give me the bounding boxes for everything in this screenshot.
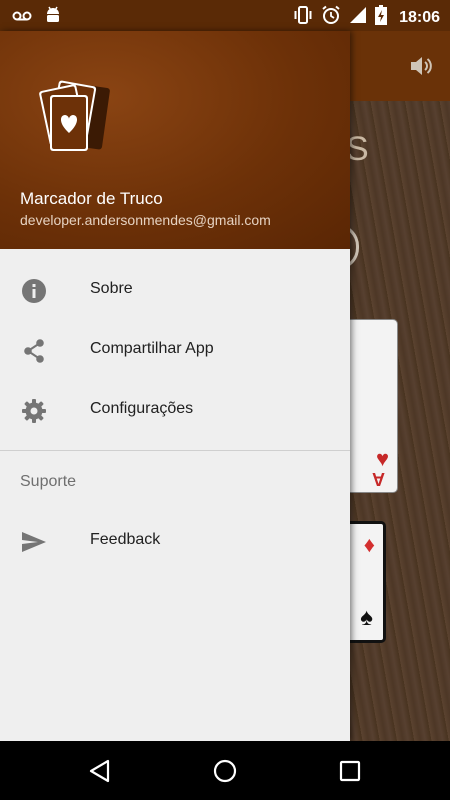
recents-icon[interactable] bbox=[337, 758, 363, 784]
home-icon[interactable] bbox=[212, 758, 238, 784]
signal-icon bbox=[349, 6, 367, 29]
status-time: 18:06 bbox=[399, 8, 440, 26]
section-header-suporte: Suporte bbox=[20, 473, 77, 490]
drawer-divider bbox=[0, 450, 350, 451]
navigation-bar bbox=[0, 741, 450, 800]
heart-icon: ♥ bbox=[375, 446, 389, 471]
info-icon bbox=[21, 278, 47, 304]
voicemail-icon bbox=[12, 9, 32, 27]
menu-item-label: Feedback bbox=[90, 531, 161, 548]
menu-item-label: Compartilhar App bbox=[90, 340, 214, 357]
vibrate-icon bbox=[293, 5, 313, 30]
menu-item-label: Configurações bbox=[90, 400, 194, 417]
drawer-app-name: Marcador de Truco bbox=[20, 189, 163, 208]
spade-icon: ♠ bbox=[360, 604, 373, 631]
battery-icon bbox=[375, 5, 388, 30]
android-icon bbox=[44, 5, 62, 30]
menu-item-configuracoes[interactable]: Configurações bbox=[0, 380, 350, 440]
status-bar: 18:06 bbox=[0, 0, 450, 31]
share-icon bbox=[21, 338, 47, 364]
menu-item-sobre[interactable]: Sobre bbox=[0, 260, 350, 320]
back-icon[interactable] bbox=[87, 758, 113, 784]
alarm-icon bbox=[321, 5, 341, 30]
menu-item-compartilhar[interactable]: Compartilhar App bbox=[0, 320, 350, 380]
drawer-header: Marcador de Truco developer.andersonmend… bbox=[0, 31, 350, 249]
volume-icon[interactable] bbox=[408, 53, 434, 84]
menu-item-label: Sobre bbox=[90, 280, 133, 297]
cards-logo-icon bbox=[24, 77, 114, 172]
navigation-drawer: Marcador de Truco developer.andersonmend… bbox=[0, 31, 350, 741]
drawer-email: developer.andersonmendes@gmail.com bbox=[20, 212, 271, 228]
gear-icon bbox=[21, 398, 47, 424]
menu-item-feedback[interactable]: Feedback bbox=[0, 511, 350, 571]
send-icon bbox=[21, 529, 47, 555]
card-rank: A bbox=[372, 469, 385, 489]
diamond-icon: ♦ bbox=[363, 532, 375, 557]
